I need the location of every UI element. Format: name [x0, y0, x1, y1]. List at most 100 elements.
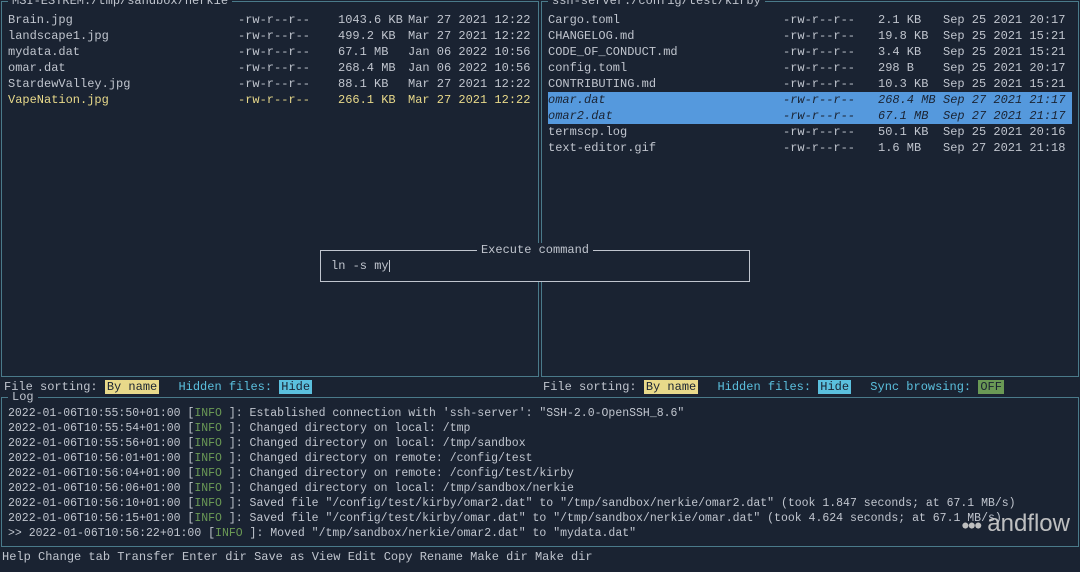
- file-date: Sep 25 2021 20:16: [943, 124, 1072, 140]
- file-date: Jan 06 2022 10:56: [408, 44, 532, 60]
- file-date: Sep 27 2021 21:17: [943, 92, 1072, 108]
- watermark: ●●● andflow: [961, 510, 1070, 538]
- remote-panel[interactable]: ssh-server:/config/test/kirby Cargo.toml…: [541, 1, 1079, 377]
- file-size: 266.1 KB: [338, 92, 408, 108]
- footer-label: Edit: [348, 550, 377, 564]
- file-size: 1043.6 KB: [338, 12, 408, 28]
- file-perms: -rw-r--r--: [783, 108, 878, 124]
- file-date: Mar 27 2021 12:22: [408, 12, 532, 28]
- sort-label-right: File sorting: By name: [543, 380, 698, 394]
- log-line: 2022-01-06T10:55:56+01:00 [INFO ]: Chang…: [8, 436, 1072, 451]
- file-name: Cargo.toml: [548, 12, 783, 28]
- log-line: 2022-01-06T10:56:04+01:00 [INFO ]: Chang…: [8, 466, 1072, 481]
- file-size: 67.1 MB: [878, 108, 943, 124]
- sort-value-left[interactable]: By name: [105, 380, 159, 394]
- file-date: Sep 25 2021 15:21: [943, 44, 1072, 60]
- file-row[interactable]: Brain.jpg-rw-r--r--1043.6 KBMar 27 2021 …: [8, 12, 532, 28]
- file-name: VapeNation.jpg: [8, 92, 238, 108]
- log-title: Log: [8, 390, 38, 404]
- file-size: 2.1 KB: [878, 12, 943, 28]
- file-name: landscape1.jpg: [8, 28, 238, 44]
- log-line: >> 2022-01-06T10:56:22+01:00 [INFO ]: Mo…: [8, 526, 1072, 541]
- file-name: termscp.log: [548, 124, 783, 140]
- file-row[interactable]: termscp.log-rw-r--r--50.1 KBSep 25 2021 …: [548, 124, 1072, 140]
- file-perms: -rw-r--r--: [783, 60, 878, 76]
- footer-label: View: [312, 550, 341, 564]
- sync-label: Sync browsing: OFF: [870, 380, 1004, 394]
- local-panel[interactable]: MSI-ESTREM:/tmp/sandbox/nerkie Brain.jpg…: [1, 1, 539, 377]
- log-line: 2022-01-06T10:56:10+01:00 [INFO ]: Saved…: [8, 496, 1072, 511]
- file-size: 67.1 MB: [338, 44, 408, 60]
- file-perms: -rw-r--r--: [238, 44, 338, 60]
- execute-command-dialog[interactable]: Execute command ln -s my: [320, 250, 750, 282]
- file-size: 10.3 KB: [878, 76, 943, 92]
- file-row[interactable]: config.toml-rw-r--r--298 BSep 25 2021 20…: [548, 60, 1072, 76]
- local-panel-title: MSI-ESTREM:/tmp/sandbox/nerkie: [8, 0, 232, 8]
- remote-file-list[interactable]: Cargo.toml-rw-r--r--2.1 KBSep 25 2021 20…: [542, 2, 1078, 162]
- file-row[interactable]: mydata.dat-rw-r--r--67.1 MBJan 06 2022 1…: [8, 44, 532, 60]
- file-date: Sep 25 2021 20:17: [943, 12, 1072, 28]
- footer-label: Enter dir: [182, 550, 247, 564]
- file-size: 268.4 MB: [338, 60, 408, 76]
- hidden-value-right[interactable]: Hide: [818, 380, 851, 394]
- file-name: CHANGELOG.md: [548, 28, 783, 44]
- file-name: CONTRIBUTING.md: [548, 76, 783, 92]
- log-panel[interactable]: Log 2022-01-06T10:55:50+01:00 [INFO ]: E…: [1, 397, 1079, 547]
- log-line: 2022-01-06T10:55:54+01:00 [INFO ]: Chang…: [8, 421, 1072, 436]
- file-name: config.toml: [548, 60, 783, 76]
- file-perms: -rw-r--r--: [783, 44, 878, 60]
- file-perms: -rw-r--r--: [783, 140, 878, 156]
- file-row[interactable]: CONTRIBUTING.md-rw-r--r--10.3 KBSep 25 2…: [548, 76, 1072, 92]
- file-date: Sep 25 2021 15:21: [943, 76, 1072, 92]
- log-content: 2022-01-06T10:55:50+01:00 [INFO ]: Estab…: [2, 398, 1078, 545]
- file-perms: -rw-r--r--: [238, 60, 338, 76]
- file-name: text-editor.gif: [548, 140, 783, 156]
- file-row[interactable]: omar.dat-rw-r--r--268.4 MBSep 27 2021 21…: [548, 92, 1072, 108]
- file-row[interactable]: text-editor.gif-rw-r--r--1.6 MBSep 27 20…: [548, 140, 1072, 156]
- file-name: omar.dat: [548, 92, 783, 108]
- file-name: omar.dat: [8, 60, 238, 76]
- footer-bar: Help Change tab Transfer Enter dir Save …: [0, 548, 1080, 566]
- file-row[interactable]: Cargo.toml-rw-r--r--2.1 KBSep 25 2021 20…: [548, 12, 1072, 28]
- file-size: 19.8 KB: [878, 28, 943, 44]
- footer-label: Copy: [384, 550, 413, 564]
- file-row[interactable]: VapeNation.jpg-rw-r--r--266.1 KBMar 27 2…: [8, 92, 532, 108]
- file-size: 88.1 KB: [338, 76, 408, 92]
- file-row[interactable]: CHANGELOG.md-rw-r--r--19.8 KBSep 25 2021…: [548, 28, 1072, 44]
- file-date: Mar 27 2021 12:22: [408, 28, 532, 44]
- file-row[interactable]: omar.dat-rw-r--r--268.4 MBJan 06 2022 10…: [8, 60, 532, 76]
- file-name: omar2.dat: [548, 108, 783, 124]
- file-perms: -rw-r--r--: [783, 12, 878, 28]
- local-file-list[interactable]: Brain.jpg-rw-r--r--1043.6 KBMar 27 2021 …: [2, 2, 538, 114]
- file-size: 1.6 MB: [878, 140, 943, 156]
- file-row[interactable]: omar2.dat-rw-r--r--67.1 MBSep 27 2021 21…: [548, 108, 1072, 124]
- footer-label: Transfer: [117, 550, 175, 564]
- footer-label: Rename: [420, 550, 463, 564]
- log-line: 2022-01-06T10:56:01+01:00 [INFO ]: Chang…: [8, 451, 1072, 466]
- footer-label: Change tab: [38, 550, 110, 564]
- file-date: Mar 27 2021 12:22: [408, 92, 532, 108]
- file-row[interactable]: landscape1.jpg-rw-r--r--499.2 KBMar 27 2…: [8, 28, 532, 44]
- file-perms: -rw-r--r--: [238, 92, 338, 108]
- log-line: 2022-01-06T10:56:06+01:00 [INFO ]: Chang…: [8, 481, 1072, 496]
- sort-value-right[interactable]: By name: [644, 380, 698, 394]
- file-name: StardewValley.jpg: [8, 76, 238, 92]
- remote-panel-title: ssh-server:/config/test/kirby: [548, 0, 765, 8]
- file-row[interactable]: CODE_OF_CONDUCT.md-rw-r--r--3.4 KBSep 25…: [548, 44, 1072, 60]
- file-perms: -rw-r--r--: [238, 28, 338, 44]
- file-perms: -rw-r--r--: [238, 76, 338, 92]
- file-size: 50.1 KB: [878, 124, 943, 140]
- file-size: 499.2 KB: [338, 28, 408, 44]
- footer-label: Help: [2, 550, 31, 564]
- file-name: mydata.dat: [8, 44, 238, 60]
- file-size: 268.4 MB: [878, 92, 943, 108]
- log-line: 2022-01-06T10:55:50+01:00 [INFO ]: Estab…: [8, 406, 1072, 421]
- file-row[interactable]: StardewValley.jpg-rw-r--r--88.1 KBMar 27…: [8, 76, 532, 92]
- file-perms: -rw-r--r--: [238, 12, 338, 28]
- file-date: Sep 27 2021 21:18: [943, 140, 1072, 156]
- file-name: Brain.jpg: [8, 12, 238, 28]
- hidden-value-left[interactable]: Hide: [279, 380, 312, 394]
- sync-value[interactable]: OFF: [978, 380, 1004, 394]
- footer-label: Make dir: [470, 550, 528, 564]
- command-input[interactable]: ln -s my: [331, 259, 739, 273]
